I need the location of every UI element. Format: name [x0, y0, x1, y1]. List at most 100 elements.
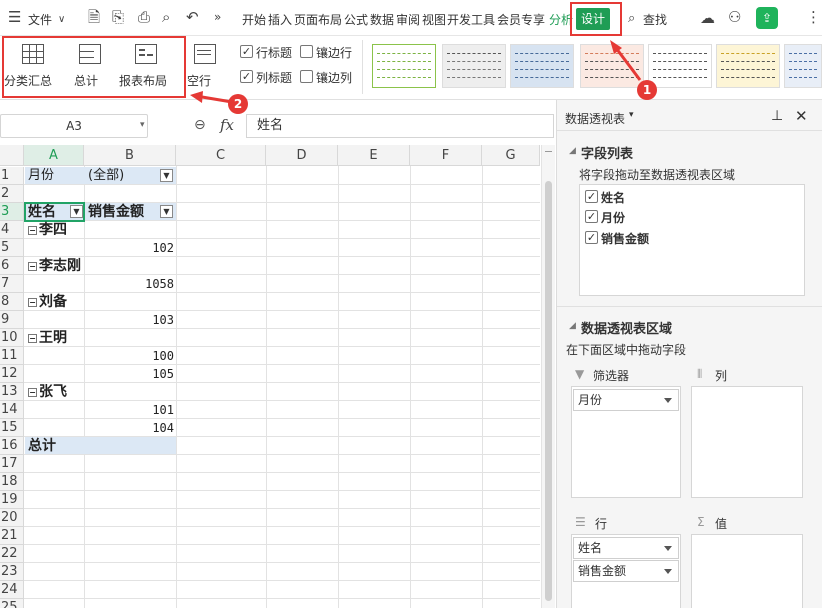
- areas-title: 数据透视表区域: [581, 322, 673, 337]
- pivot-group-name: 张飞: [39, 384, 67, 400]
- grid-line: [482, 166, 483, 608]
- col-header-d[interactable]: D: [266, 145, 338, 166]
- filter-field-label[interactable]: 月份: [28, 167, 84, 185]
- row-header[interactable]: 18: [0, 473, 24, 491]
- row-header[interactable]: 9: [0, 311, 24, 329]
- scroll-up-icon[interactable]: [545, 151, 552, 152]
- grid-line: [24, 544, 540, 545]
- row-header[interactable]: 19: [0, 491, 24, 509]
- zoom-icon[interactable]: ⊖: [194, 117, 206, 133]
- row-header[interactable]: 12: [0, 365, 24, 383]
- pane-title-dropdown-icon[interactable]: ▾: [629, 110, 634, 120]
- pane-title[interactable]: 数据透视表: [565, 110, 625, 127]
- grid-line: [24, 598, 540, 599]
- pivot-value-cell[interactable]: 104: [84, 419, 176, 437]
- col-header-b[interactable]: B: [84, 145, 176, 166]
- row-header[interactable]: 6: [0, 257, 24, 275]
- col-header-g[interactable]: G: [482, 145, 540, 166]
- pivot-value-cell[interactable]: 103: [84, 311, 176, 329]
- field-amount[interactable]: 销售金额: [601, 230, 649, 247]
- field-month[interactable]: 月份: [601, 209, 625, 226]
- name-box[interactable]: A3: [0, 114, 148, 138]
- pivot-group-row[interactable]: − 王明: [28, 329, 168, 347]
- filter-field-value[interactable]: (全部): [88, 167, 158, 185]
- row-header[interactable]: 23: [0, 563, 24, 581]
- pivot-group-name: 李四: [39, 222, 67, 238]
- collapse-areas-icon[interactable]: ◢: [569, 321, 576, 331]
- row-header[interactable]: 17: [0, 455, 24, 473]
- grid-line: [24, 490, 540, 491]
- scrollbar-thumb[interactable]: [545, 181, 552, 601]
- pivot-group-row[interactable]: − 李四: [28, 221, 168, 239]
- col-header-c[interactable]: C: [176, 145, 266, 166]
- value-field-header[interactable]: 销售金额: [88, 203, 158, 221]
- pivot-value-cell[interactable]: 1058: [84, 275, 176, 293]
- row-header[interactable]: 13: [0, 383, 24, 401]
- grid-line: [410, 166, 411, 608]
- annotation-badge-1: 1: [637, 80, 657, 100]
- columns-area-box[interactable]: [691, 386, 803, 498]
- row-header[interactable]: 7: [0, 275, 24, 293]
- rows-area-name-chip[interactable]: 姓名: [573, 537, 679, 559]
- row-header[interactable]: 20: [0, 509, 24, 527]
- collapse-icon[interactable]: −: [28, 226, 37, 235]
- collapse-icon[interactable]: −: [28, 262, 37, 271]
- field-checkbox-amount[interactable]: ✓: [585, 231, 598, 244]
- pivot-value-cell[interactable]: 101: [84, 401, 176, 419]
- amount-dropdown-icon[interactable]: ▼: [160, 205, 173, 218]
- pivot-value-cell[interactable]: 102: [84, 239, 176, 257]
- pivot-group-row[interactable]: − 李志刚: [28, 257, 168, 275]
- row-header[interactable]: 15: [0, 419, 24, 437]
- values-area-box[interactable]: [691, 534, 803, 608]
- collapse-field-list-icon[interactable]: ◢: [569, 146, 576, 156]
- sigma-icon: Σ: [697, 515, 705, 529]
- formula-input[interactable]: 姓名: [246, 114, 554, 138]
- grid-line: [24, 508, 540, 509]
- rows-area-amount-chip[interactable]: 销售金额: [573, 560, 679, 582]
- spreadsheet-grid[interactable]: A B C D E F G 1 2 3 4 5 6 7 8 9 10 11 12 13 14 15 16 17 1…: [0, 145, 540, 608]
- corner-cell[interactable]: [0, 145, 24, 166]
- pivot-group-name: 王明: [39, 330, 67, 346]
- pivot-group-row[interactable]: − 张飞: [28, 383, 168, 401]
- collapse-icon[interactable]: −: [28, 388, 37, 397]
- row-header[interactable]: 2: [0, 185, 24, 203]
- col-header-a[interactable]: A: [24, 145, 84, 166]
- collapse-icon[interactable]: −: [28, 334, 37, 343]
- vertical-scrollbar[interactable]: [541, 145, 555, 608]
- grid-line: [266, 166, 267, 608]
- row-header[interactable]: 25: [0, 599, 24, 608]
- pivot-value-cell[interactable]: 100: [84, 347, 176, 365]
- pivot-group-row[interactable]: − 刘备: [28, 293, 168, 311]
- pivot-value-cell[interactable]: 105: [84, 365, 176, 383]
- row-header[interactable]: 4: [0, 221, 24, 239]
- row-header[interactable]: 5: [0, 239, 24, 257]
- filter-chip-label: 月份: [578, 393, 603, 407]
- field-checkbox-month[interactable]: ✓: [585, 210, 598, 223]
- close-icon[interactable]: ✕: [795, 107, 808, 125]
- field-name[interactable]: 姓名: [601, 189, 625, 206]
- grid-line: [24, 454, 540, 455]
- pivot-group-name: 刘备: [39, 294, 67, 310]
- filter-dropdown-icon[interactable]: ▼: [160, 169, 173, 182]
- row-header[interactable]: 11: [0, 347, 24, 365]
- grand-total-label[interactable]: 总计: [28, 437, 84, 455]
- row-header[interactable]: 22: [0, 545, 24, 563]
- row-header[interactable]: 8: [0, 293, 24, 311]
- fx-icon[interactable]: fx: [220, 116, 234, 134]
- row-header[interactable]: 1: [0, 167, 24, 185]
- filter-area-month-chip[interactable]: 月份: [573, 389, 679, 411]
- row-header[interactable]: 24: [0, 581, 24, 599]
- collapse-icon[interactable]: −: [28, 298, 37, 307]
- row-header[interactable]: 10: [0, 329, 24, 347]
- values-area-label: 值: [715, 517, 728, 531]
- pivot-group-name: 李志刚: [39, 258, 81, 274]
- row-header[interactable]: 16: [0, 437, 24, 455]
- col-header-e[interactable]: E: [338, 145, 410, 166]
- row-header[interactable]: 3: [0, 203, 24, 221]
- col-header-f[interactable]: F: [410, 145, 482, 166]
- row-header[interactable]: 14: [0, 401, 24, 419]
- row-header[interactable]: 21: [0, 527, 24, 545]
- field-checkbox-name[interactable]: ✓: [585, 190, 598, 203]
- name-box-dropdown-icon[interactable]: ▾: [140, 120, 145, 130]
- pin-icon[interactable]: ⊥: [771, 108, 783, 124]
